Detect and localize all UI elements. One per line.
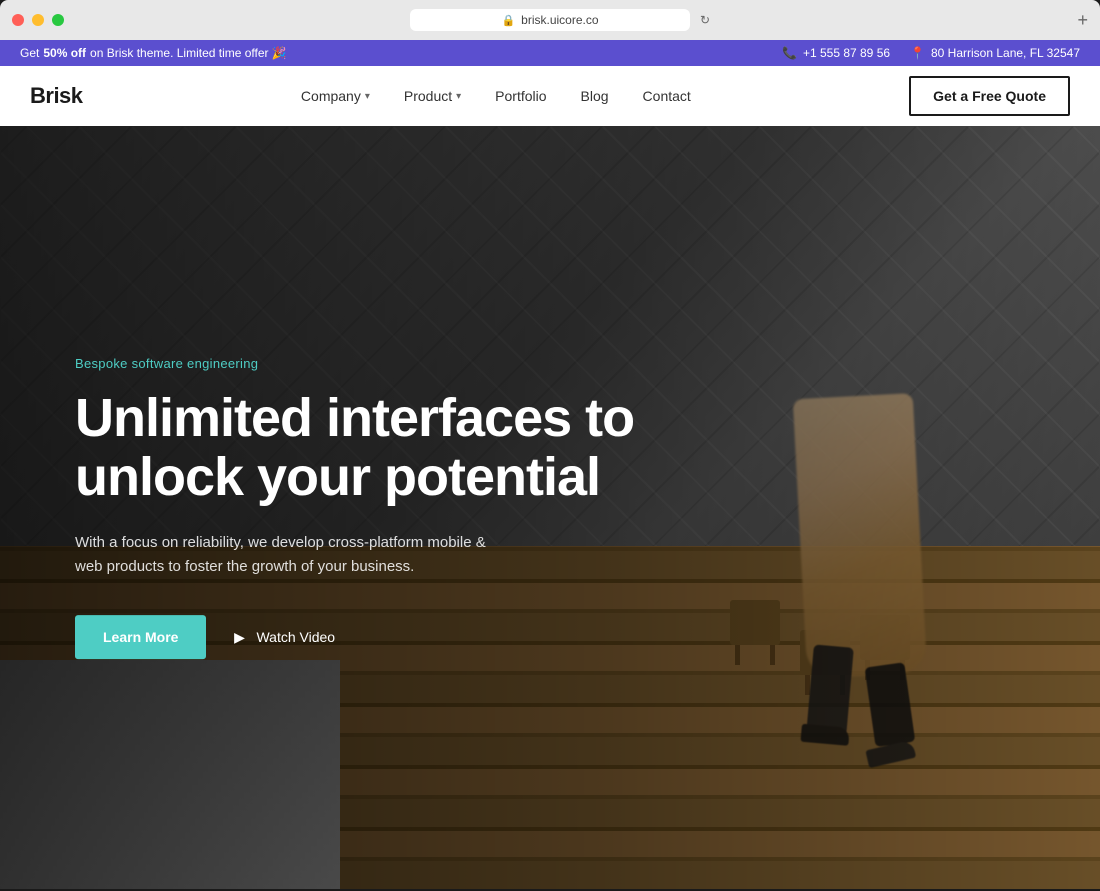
hero-content: Bespoke software engineering Unlimited i… <box>75 356 634 660</box>
hero-actions: Learn More ▶ Watch Video <box>75 615 634 659</box>
nav-company-label: Company <box>301 88 361 104</box>
lock-icon: 🔒 <box>501 14 515 27</box>
promo-suffix: on Brisk theme. Limited time offer 🎉 <box>90 46 287 60</box>
promo-contact-info: 📞 +1 555 87 89 56 📍 80 Harrison Lane, FL… <box>782 46 1080 60</box>
phone-number: +1 555 87 89 56 <box>803 46 890 60</box>
play-icon: ▶ <box>230 628 248 646</box>
traffic-light-close[interactable] <box>12 14 24 26</box>
navbar: Brisk Company ▾ Product ▾ Portfolio Blog… <box>0 66 1100 126</box>
address-text: 80 Harrison Lane, FL 32547 <box>931 46 1080 60</box>
new-tab-button[interactable]: + <box>1077 10 1088 31</box>
nav-item-product[interactable]: Product ▾ <box>390 80 475 112</box>
hero-subtitle: With a focus on reliability, we develop … <box>75 531 505 579</box>
nav-item-portfolio[interactable]: Portfolio <box>481 80 560 112</box>
hero-title: Unlimited interfaces to unlock your pote… <box>75 389 634 508</box>
promo-bold: 50% off <box>43 46 86 60</box>
watch-video-button[interactable]: ▶ Watch Video <box>230 628 335 646</box>
nav-item-contact[interactable]: Contact <box>629 80 705 112</box>
nav-contact-label: Contact <box>643 88 691 104</box>
hero-section: Bespoke software engineering Unlimited i… <box>0 126 1100 889</box>
hero-title-line1: Unlimited interfaces to <box>75 388 634 448</box>
promo-prefix: Get <box>20 46 39 60</box>
chevron-down-icon: ▾ <box>365 91 370 102</box>
promo-text: Get 50% off on Brisk theme. Limited time… <box>20 46 287 60</box>
brand-logo[interactable]: Brisk <box>30 83 83 109</box>
url-text: brisk.uicore.co <box>521 13 598 27</box>
hero-title-line2: unlock your potential <box>75 447 600 507</box>
url-bar[interactable]: 🔒 brisk.uicore.co <box>410 9 690 31</box>
promo-phone: 📞 +1 555 87 89 56 <box>782 46 890 60</box>
window-chrome: 🔒 brisk.uicore.co ↻ + <box>0 0 1100 40</box>
nav-item-company[interactable]: Company ▾ <box>287 80 384 112</box>
nav-portfolio-label: Portfolio <box>495 88 546 104</box>
hero-tagline: Bespoke software engineering <box>75 356 634 371</box>
cta-quote-button[interactable]: Get a Free Quote <box>909 76 1070 116</box>
nav-links: Company ▾ Product ▾ Portfolio Blog Conta… <box>287 80 705 112</box>
phone-icon: 📞 <box>782 46 797 60</box>
nav-item-blog[interactable]: Blog <box>567 80 623 112</box>
location-icon: 📍 <box>910 46 925 60</box>
reload-icon[interactable]: ↻ <box>700 13 710 27</box>
promo-address: 📍 80 Harrison Lane, FL 32547 <box>910 46 1080 60</box>
nav-blog-label: Blog <box>581 88 609 104</box>
watch-video-label: Watch Video <box>256 629 335 645</box>
learn-more-button[interactable]: Learn More <box>75 615 206 659</box>
chevron-down-icon-2: ▾ <box>456 91 461 102</box>
traffic-light-fullscreen[interactable] <box>52 14 64 26</box>
promo-banner: Get 50% off on Brisk theme. Limited time… <box>0 40 1100 66</box>
traffic-light-minimize[interactable] <box>32 14 44 26</box>
nav-product-label: Product <box>404 88 452 104</box>
